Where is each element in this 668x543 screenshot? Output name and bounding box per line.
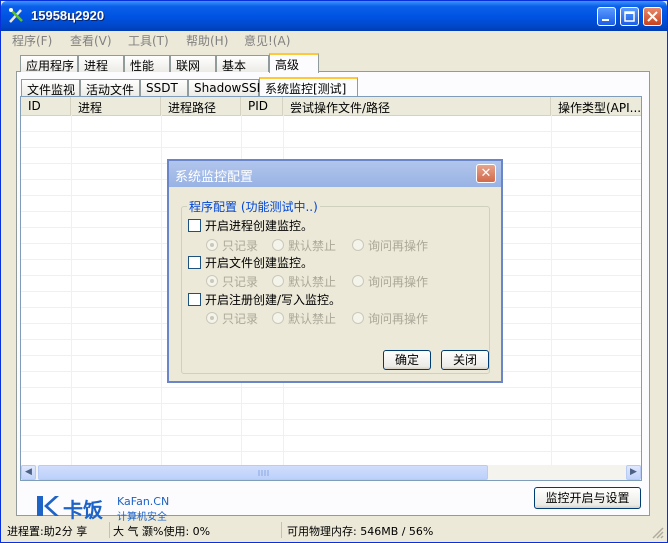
grid-line (21, 403, 641, 404)
tab-active-files[interactable]: 活动文件 (80, 79, 140, 97)
tools-icon (9, 8, 23, 23)
tab-advanced[interactable]: 高级 (269, 53, 319, 73)
maximize-icon (624, 11, 635, 22)
process-default-deny-label: 默认禁止 (288, 239, 337, 253)
grid-line (71, 115, 72, 465)
status-divider (281, 522, 282, 538)
title-bar[interactable]: 15958ц2920 (1, 1, 667, 31)
menu-view[interactable]: 查看(V) (70, 32, 112, 49)
grid-line (161, 115, 162, 465)
dialog-close-icon[interactable]: ✕ (476, 164, 496, 183)
status-memory: 可用物理内存: 546MB / 56% (287, 525, 434, 538)
process-record-only-label: 只记录 (222, 239, 259, 253)
status-processes: 进程置:助2分 享 (7, 525, 88, 538)
maximize-button[interactable] (620, 7, 639, 26)
col-pid[interactable]: PID (241, 97, 283, 115)
window-title: 15958ц2920 (31, 8, 105, 23)
tab-basic[interactable]: 基本 (216, 55, 269, 73)
file-default-deny-label: 默认禁止 (288, 275, 337, 289)
file-default-deny-radio[interactable] (272, 275, 284, 287)
tab-applications[interactable]: 应用程序 (20, 55, 78, 73)
minimize-button[interactable] (597, 7, 616, 26)
col-process[interactable]: 进程 (71, 97, 161, 115)
dialog-title-bar[interactable]: 系统监控配置 ✕ (169, 161, 501, 187)
monitor-settings-button[interactable]: 监控开启与设置 (534, 487, 641, 509)
registry-monitor-label: 开启注册创建/写入监控。 (205, 293, 342, 307)
list-header: ID 进程 进程路径 PID 尝试操作文件/路径 操作类型(API... (21, 97, 641, 116)
grid-line (21, 451, 641, 452)
menu-program[interactable]: 程序(F) (12, 32, 52, 49)
file-record-only-label: 只记录 (222, 275, 259, 289)
tab-ssdt[interactable]: SSDT (140, 79, 188, 96)
col-op-type[interactable]: 操作类型(API... (551, 97, 641, 115)
grid-line (21, 435, 641, 436)
scroll-thumb[interactable] (38, 465, 488, 480)
scroll-left-button[interactable]: ◀ (21, 465, 36, 480)
tab-network[interactable]: 联网 (170, 55, 216, 73)
tab-performance[interactable]: 性能 (124, 55, 170, 73)
tab-system-monitor[interactable]: 系统监控[测试] (259, 77, 358, 96)
process-default-deny-radio[interactable] (272, 239, 284, 251)
tab-file-watch[interactable]: 文件监视 (21, 79, 80, 97)
registry-default-deny-radio[interactable] (272, 312, 284, 324)
menu-help[interactable]: 帮助(H) (186, 32, 228, 49)
file-monitor-checkbox[interactable] (188, 256, 201, 269)
menu-tools[interactable]: 工具(T) (128, 32, 169, 49)
registry-record-only-label: 只记录 (222, 312, 259, 326)
registry-record-only-radio[interactable] (206, 312, 218, 324)
close-icon (647, 11, 658, 22)
group-label: 程序配置 (功能测试中..) (187, 198, 320, 215)
grid-line (21, 419, 641, 420)
horizontal-scrollbar[interactable]: ◀ ▶ (21, 465, 641, 480)
grid-line (551, 115, 552, 465)
grid-line (21, 387, 641, 388)
logo-brand: 卡饭 (63, 498, 103, 522)
col-id[interactable]: ID (21, 97, 71, 115)
status-cpu: 大 气 灏%使用: 0% (113, 525, 211, 538)
grid-line (21, 131, 641, 132)
logo-site: KaFan.CN (117, 495, 170, 508)
process-monitor-checkbox[interactable] (188, 219, 201, 232)
file-ask-label: 询问再操作 (368, 275, 429, 289)
close-button[interactable] (643, 7, 662, 26)
menu-feedback[interactable]: 意见!(A) (244, 32, 290, 49)
system-monitor-dialog: 系统监控配置 ✕ 程序配置 (功能测试中..) 开启进程创建监控。 只记录 默认… (167, 159, 503, 383)
kafan-logo: 卡饭 KaFan.CN 计算机安全 (35, 494, 185, 523)
registry-ask-radio[interactable] (352, 312, 364, 324)
ok-button[interactable]: 确定 (383, 350, 431, 370)
col-target-path[interactable]: 尝试操作文件/路径 (283, 97, 551, 115)
status-bar: 进程置:助2分 享 大 气 灏%使用: 0% 可用物理内存: 546MB / 5… (1, 520, 667, 542)
process-ask-label: 询问再操作 (368, 239, 429, 253)
file-record-only-radio[interactable] (206, 275, 218, 287)
registry-default-deny-label: 默认禁止 (288, 312, 337, 326)
grid-line (21, 147, 641, 148)
file-monitor-label: 开启文件创建监控。 (205, 256, 314, 270)
dialog-title: 系统监控配置 (175, 170, 254, 185)
dialog-close-button[interactable]: 关闭 (441, 350, 489, 370)
tab-processes[interactable]: 进程 (78, 55, 124, 73)
process-record-only-radio[interactable] (206, 239, 218, 251)
minimize-icon (602, 19, 609, 21)
status-divider (109, 522, 110, 538)
registry-monitor-checkbox[interactable] (188, 293, 201, 306)
tab-shadow-ssdt[interactable]: ShadowSSDT (188, 79, 273, 96)
kafan-k-icon (37, 496, 59, 516)
file-ask-radio[interactable] (352, 275, 364, 287)
registry-ask-label: 询问再操作 (368, 312, 429, 326)
process-ask-radio[interactable] (352, 239, 364, 251)
resize-grip-icon[interactable] (651, 526, 664, 539)
col-process-path[interactable]: 进程路径 (161, 97, 241, 115)
menu-bar: 程序(F) 查看(V) 工具(T) 帮助(H) 意见!(A) (1, 31, 667, 49)
scroll-right-button[interactable]: ▶ (626, 465, 641, 480)
process-monitor-label: 开启进程创建监控。 (205, 219, 314, 233)
grip-icon (258, 470, 269, 476)
